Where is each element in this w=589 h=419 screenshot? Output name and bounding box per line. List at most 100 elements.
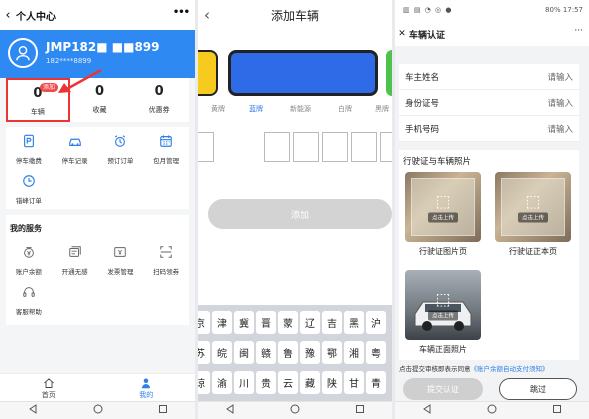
keyboard-key[interactable]: 青 (366, 371, 386, 394)
keyboard-key[interactable]: 闽 (234, 341, 254, 364)
skip-button[interactable]: 跳过 (499, 378, 577, 400)
status-battery-time: 80% 17:57 (545, 6, 583, 14)
keyboard-key[interactable]: 云 (278, 371, 298, 394)
upload-overlay[interactable]: ⬚ 点击上传 (428, 290, 458, 321)
nav-back-icon[interactable] (422, 404, 432, 417)
tab-new-energy[interactable]: 新能源 (290, 104, 311, 114)
plate-char-box[interactable] (322, 132, 348, 162)
field-label: 手机号码 (405, 124, 440, 135)
photo-license-copy[interactable]: ⬚ 点击上传 行驶证正本页 (495, 172, 571, 257)
nav-back-icon[interactable] (28, 404, 38, 417)
keyboard-key[interactable]: 赣 (256, 341, 276, 364)
keyboard-key[interactable]: 鄂 (322, 341, 342, 364)
photo-car-front[interactable]: ⬚ 点击上传 车辆正面照片 (405, 270, 481, 355)
tab-blue[interactable]: 蓝牌 (249, 104, 263, 114)
more-icon[interactable]: ··· (574, 26, 583, 36)
tab-mine[interactable]: 我的 (98, 374, 196, 401)
nav-back-icon[interactable] (225, 404, 235, 417)
agreement-link[interactable]: 《账户余额自动支付须知》 (471, 365, 549, 373)
title-bar: ‹ 添加车辆 (198, 0, 392, 30)
keyboard-key[interactable]: 贵 (256, 371, 276, 394)
nav-home-icon[interactable] (290, 404, 300, 417)
field-owner-name[interactable]: 车主姓名 请输入 (399, 64, 579, 90)
car-image[interactable]: ⬚ 点击上传 (405, 270, 481, 340)
field-placeholder[interactable]: 请输入 (547, 71, 573, 83)
keyboard-key[interactable]: 蒙 (278, 311, 298, 334)
plate-yellow[interactable] (198, 50, 218, 96)
tab-white[interactable]: 白牌 (338, 104, 352, 114)
grid-item-invoice[interactable]: 发票管理 (98, 238, 144, 278)
grid-item-booking[interactable]: 预订订单 (98, 127, 144, 167)
grid-item-scan[interactable]: 扫码领券 (143, 238, 189, 278)
keyboard-key[interactable]: 吉 (322, 311, 342, 334)
stat-number: 0 (154, 84, 164, 99)
keyboard-key[interactable]: 冀 (234, 311, 254, 334)
keyboard-key[interactable]: 黑 (344, 311, 364, 334)
field-phone[interactable]: 手机号码 请输入 (399, 116, 579, 142)
keyboard-key[interactable]: 藏 (300, 371, 320, 394)
upload-overlay[interactable]: ⬚ 点击上传 (428, 192, 458, 223)
keyboard-key[interactable]: 豫 (300, 341, 320, 364)
grid-item-parking-record[interactable]: 停车记录 (52, 127, 98, 167)
tab-yellow[interactable]: 黄牌 (211, 104, 225, 114)
close-icon[interactable]: ✕ (395, 29, 409, 39)
license-image[interactable]: ⬚ 点击上传 (405, 172, 481, 242)
plate-char-box[interactable] (380, 132, 392, 162)
plate-type-tabs: 黄牌 蓝牌 新能源 白牌 黑牌 (198, 104, 392, 116)
tab-black[interactable]: 黑牌 (375, 104, 389, 114)
alarm-icon (115, 135, 126, 147)
back-icon[interactable]: ‹ (204, 6, 210, 24)
keyboard-key[interactable]: 粤 (366, 341, 386, 364)
plate-char-box[interactable] (293, 132, 319, 162)
keyboard-key[interactable]: 皖 (212, 341, 232, 364)
stat-label: 优惠券 (148, 106, 170, 114)
keyboard-key[interactable]: 渝 (212, 371, 232, 394)
nav-home-icon[interactable] (93, 404, 103, 417)
photo-caption: 行驶证正本页 (509, 247, 557, 256)
avatar[interactable] (8, 38, 38, 68)
plate-blue[interactable] (228, 50, 378, 96)
scan-icon (160, 246, 172, 258)
keyboard-key[interactable]: 川 (234, 371, 254, 394)
field-placeholder[interactable]: 请输入 (547, 97, 573, 109)
upload-overlay[interactable]: ⬚ 点击上传 (518, 192, 548, 223)
stat-coupons[interactable]: 0 优惠券 (129, 78, 189, 122)
keyboard-key[interactable]: 鲁 (278, 341, 298, 364)
keyboard-key[interactable]: 津 (212, 311, 232, 334)
keyboard-key[interactable]: 京 (198, 311, 210, 334)
nav-recent-icon[interactable] (158, 404, 168, 417)
vehicle-auth-screen: ▥ ▤ ◔ ◎ ● 80% 17:57 ✕ 车辆认证 ··· 车主姓名 请输入 … (395, 0, 589, 419)
tab-home[interactable]: 首页 (0, 374, 98, 401)
keyboard-key[interactable]: 琼 (198, 371, 210, 394)
field-id-number[interactable]: 身份证号 请输入 (399, 90, 579, 116)
back-icon[interactable]: ‹ (0, 8, 16, 23)
more-icon[interactable]: ••• (173, 7, 190, 18)
keyboard-key[interactable]: 陕 (322, 371, 342, 394)
services-card: 我的服务 账户余额 开通无感 发票管理 扫码领券 客服帮助 (6, 215, 189, 325)
photo-license-main[interactable]: ⬚ 点击上传 行驶证图片页 (405, 172, 481, 257)
nav-recent-icon[interactable] (552, 404, 562, 417)
plate-char-box[interactable] (198, 132, 214, 162)
keyboard-key[interactable]: 晋 (256, 311, 276, 334)
grid-item-parking-pay[interactable]: 停车缴费 (6, 127, 52, 167)
keyboard-key[interactable]: 辽 (300, 311, 320, 334)
grid-item-balance[interactable]: 账户余额 (6, 238, 52, 278)
submit-button[interactable]: 提交认证 (403, 378, 483, 400)
keyboard-row: 京津冀晋蒙辽吉黑沪 (198, 311, 392, 336)
grid-item-contactless[interactable]: 开通无感 (52, 238, 98, 278)
grid-item-support[interactable]: 客服帮助 (6, 278, 52, 318)
grid-item-offpeak[interactable]: 错峰订单 (6, 167, 52, 207)
plate-char-box[interactable] (264, 132, 290, 162)
keyboard-key[interactable]: 湘 (344, 341, 364, 364)
plate-char-box[interactable] (351, 132, 377, 162)
keyboard-key[interactable]: 沪 (366, 311, 386, 334)
nav-recent-icon[interactable] (355, 404, 365, 417)
keyboard-key[interactable]: 甘 (344, 371, 364, 394)
keyboard-key[interactable]: 苏 (198, 341, 210, 364)
field-placeholder[interactable]: 请输入 (547, 123, 573, 135)
add-button[interactable]: 添加 (208, 199, 392, 229)
plate-green[interactable] (386, 50, 392, 96)
grid-item-monthly[interactable]: 包月管理 (143, 127, 189, 167)
nav-home-icon[interactable] (487, 404, 497, 417)
license-image[interactable]: ⬚ 点击上传 (495, 172, 571, 242)
